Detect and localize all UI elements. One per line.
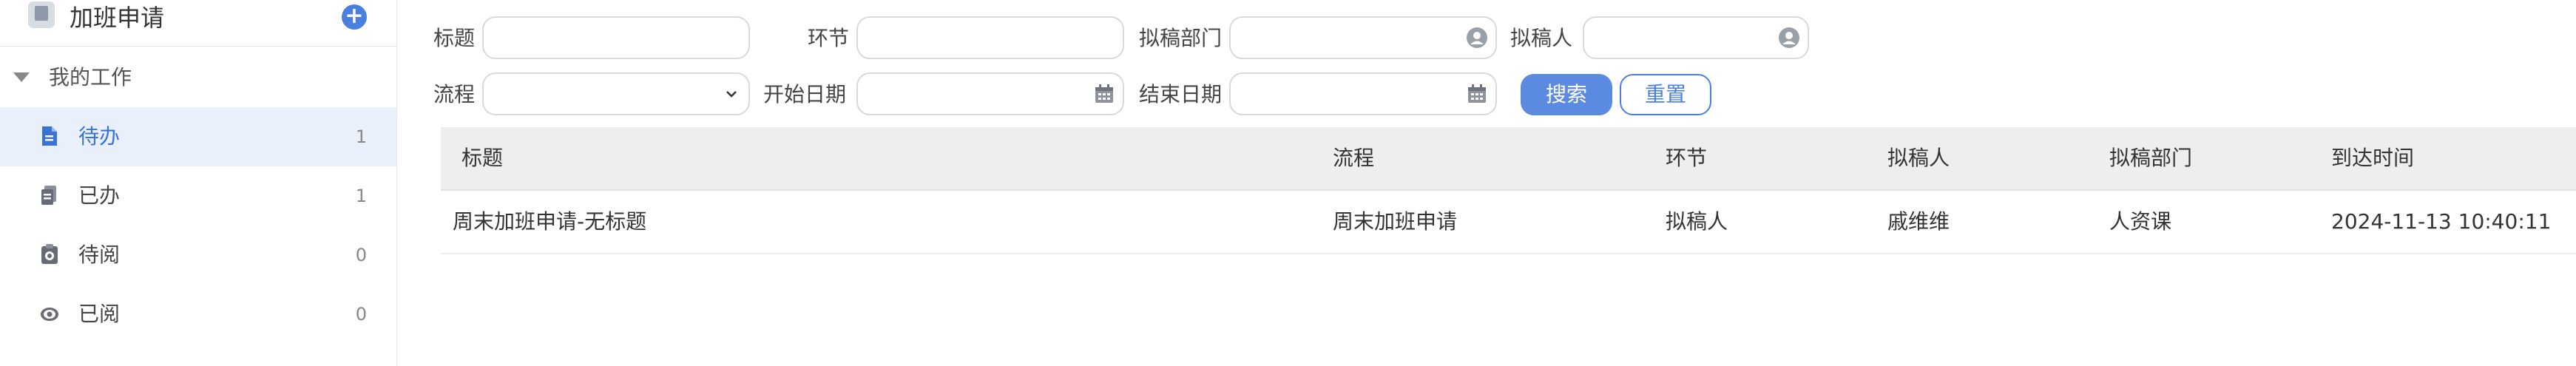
column-header-arrival-time[interactable]: 到达时间 — [2331, 143, 2414, 173]
main-content: 标题 环节 拟稿部门 拟稿人 流程 开始日期 结束日期 搜索 重置 标题 流程 … — [408, 0, 2576, 366]
cell-dept: 人资课 — [2109, 209, 2172, 234]
cell-step: 拟稿人 — [1666, 209, 1728, 234]
sidebar-group-my-work[interactable]: 我的工作 — [0, 55, 396, 101]
todo-doc-icon — [42, 126, 57, 146]
title-filter-input[interactable] — [482, 16, 750, 59]
sidebar: 加班申请 + 我的工作 待办 1 已办 1 待阅 0 已阅 0 — [0, 0, 397, 366]
step-filter-input[interactable] — [856, 16, 1124, 59]
sidebar-item-label: 待阅 — [78, 243, 121, 267]
user-avatar-icon[interactable] — [1466, 27, 1488, 49]
sidebar-item-label: 已阅 — [78, 302, 121, 326]
sidebar-item-count: 1 — [355, 186, 367, 206]
plus-circle-icon: + — [345, 3, 364, 29]
sidebar-item-to-read[interactable]: 待阅 0 — [0, 226, 396, 285]
cell-process: 周末加班申请 — [1333, 209, 1458, 234]
end-date-input[interactable] — [1229, 72, 1497, 115]
sidebar-item-count: 0 — [355, 304, 367, 325]
caret-down-icon — [13, 72, 30, 82]
cell-drafter: 戚维维 — [1887, 209, 1950, 234]
sidebar-header: 加班申请 + — [0, 0, 396, 47]
sidebar-item-count: 0 — [355, 245, 367, 265]
drafter-filter-label: 拟稿人 — [1510, 26, 1573, 50]
app-root: 加班申请 + 我的工作 待办 1 已办 1 待阅 0 已阅 0 标题 环节 拟稿… — [0, 0, 2576, 366]
cell-title[interactable]: 周末加班申请-无标题 — [453, 207, 646, 237]
sidebar-item-read[interactable]: 已阅 0 — [0, 285, 396, 344]
column-header-dept[interactable]: 拟稿部门 — [2109, 143, 2192, 173]
add-request-button[interactable]: + — [342, 4, 367, 30]
app-title: 加班申请 — [70, 4, 165, 32]
sidebar-item-done[interactable]: 已办 1 — [0, 166, 396, 226]
done-doc-icon — [41, 186, 56, 205]
start-date-label: 开始日期 — [763, 82, 847, 106]
step-filter-label: 环节 — [808, 26, 850, 50]
app-logo-icon — [28, 1, 55, 28]
title-filter-label: 标题 — [433, 26, 476, 50]
end-date-label: 结束日期 — [1139, 82, 1223, 106]
sidebar-item-label: 待办 — [78, 124, 121, 149]
sidebar-item-count: 1 — [355, 126, 367, 147]
chevron-down-icon — [726, 91, 737, 98]
start-date-input[interactable] — [856, 72, 1124, 115]
sidebar-group-label: 我的工作 — [49, 65, 132, 89]
calendar-icon[interactable] — [1466, 83, 1488, 105]
reset-button[interactable]: 重置 — [1620, 74, 1711, 115]
read-eye-icon — [41, 308, 58, 321]
drafter-filter-input[interactable] — [1583, 16, 1809, 59]
table-row[interactable]: 周末加班申请-无标题 周末加班申请 拟稿人 戚维维 人资课 2024-11-13… — [441, 191, 2576, 254]
sidebar-item-todo[interactable]: 待办 1 — [0, 107, 396, 166]
dept-filter-input[interactable] — [1229, 16, 1497, 59]
user-avatar-icon[interactable] — [1778, 27, 1800, 49]
column-header-drafter[interactable]: 拟稿人 — [1887, 143, 1950, 173]
sidebar-item-label: 已办 — [78, 183, 121, 208]
process-select[interactable] — [482, 72, 750, 115]
toread-icon — [41, 244, 58, 264]
cell-arrival-time: 2024-11-13 10:40:11 — [2331, 209, 2552, 234]
table-header: 标题 流程 环节 拟稿人 拟稿部门 到达时间 — [441, 127, 2576, 191]
dept-filter-label: 拟稿部门 — [1139, 26, 1223, 50]
column-header-title[interactable]: 标题 — [462, 143, 503, 173]
calendar-icon[interactable] — [1093, 83, 1115, 105]
column-header-step[interactable]: 环节 — [1666, 143, 1707, 173]
search-button[interactable]: 搜索 — [1521, 74, 1612, 115]
process-filter-label: 流程 — [433, 82, 476, 106]
column-header-process[interactable]: 流程 — [1333, 143, 1374, 173]
